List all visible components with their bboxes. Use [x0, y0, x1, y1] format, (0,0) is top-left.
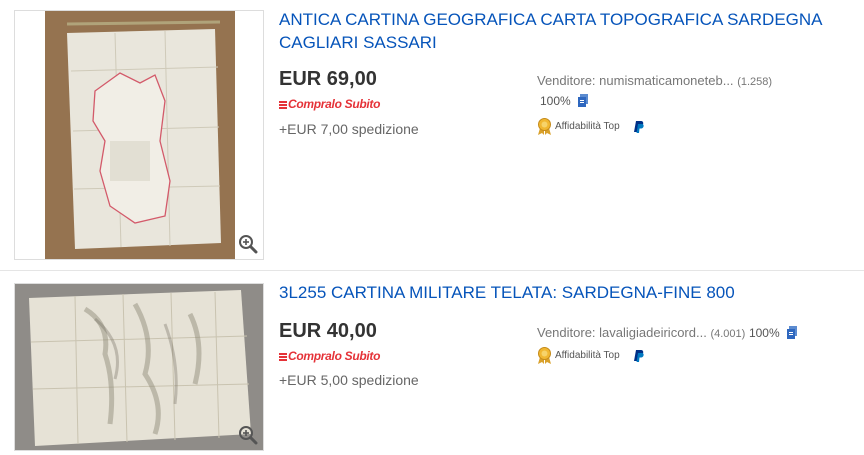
seller-info: Venditore: lavaligiadeiricord... (4.001)…: [537, 325, 798, 340]
feedback-count: (4.001): [710, 328, 746, 340]
listing-thumbnail[interactable]: [14, 10, 264, 260]
seller-name[interactable]: Venditore: numismaticamoneteb...: [537, 73, 734, 88]
positive-feedback: 100%: [540, 94, 589, 108]
listing-price: EUR 69,00: [279, 68, 377, 90]
buy-now-badge: Compralo Subito: [279, 349, 380, 363]
buy-now-label: Compralo Subito: [288, 97, 381, 111]
shipping-cost: +EUR 7,00 spedizione: [279, 121, 419, 137]
listing-title[interactable]: ANTICA CARTINA GEOGRAFICA CARTA TOPOGRAF…: [279, 8, 849, 54]
top-rated-badge: Affidabilità Top: [537, 118, 645, 135]
seller-info: Venditore: numismaticamoneteb... (1.258): [537, 73, 772, 88]
positive-percent: 100%: [748, 326, 780, 340]
top-rated-label: Affidabilità Top: [555, 350, 620, 362]
seller-name[interactable]: Venditore: lavaligiadeiricord...: [537, 325, 707, 340]
map-photo: [15, 11, 263, 259]
zoom-icon[interactable]: [237, 424, 259, 446]
listing-thumbnail[interactable]: [14, 283, 264, 451]
positive-percent: 100%: [540, 94, 571, 108]
shipping-cost: +EUR 5,00 spedizione: [279, 372, 419, 388]
document-icon: [787, 326, 798, 339]
medal-icon: [538, 347, 551, 364]
listing-1: ANTICA CARTINA GEOGRAFICA CARTA TOPOGRAF…: [0, 0, 864, 270]
paypal-icon: [634, 120, 645, 133]
medal-icon: [538, 118, 551, 135]
listing-price: EUR 40,00: [279, 320, 377, 342]
buy-now-lines-icon: [279, 100, 287, 111]
buy-now-lines-icon: [279, 352, 287, 363]
listing-title[interactable]: 3L255 CARTINA MILITARE TELATA: SARDEGNA-…: [279, 281, 849, 304]
buy-now-label: Compralo Subito: [288, 349, 381, 363]
buy-now-badge: Compralo Subito: [279, 97, 380, 111]
listing-2: 3L255 CARTINA MILITARE TELATA: SARDEGNA-…: [0, 271, 864, 455]
top-rated-badge: Affidabilità Top: [537, 347, 645, 364]
feedback-count: (1.258): [737, 76, 773, 88]
zoom-icon[interactable]: [237, 233, 259, 255]
map-photo: [15, 284, 263, 450]
paypal-icon: [634, 349, 645, 362]
top-rated-label: Affidabilità Top: [555, 121, 620, 133]
document-icon: [578, 94, 589, 107]
